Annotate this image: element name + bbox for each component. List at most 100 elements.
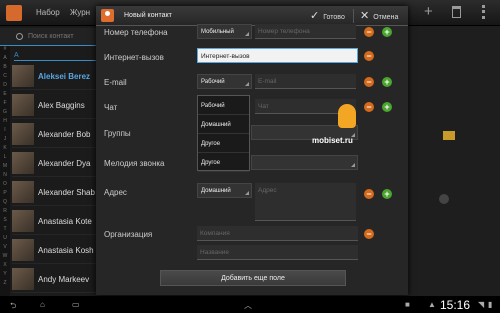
avatar <box>12 152 34 174</box>
back-icon[interactable]: ⮌ <box>10 300 16 313</box>
internet-call-field[interactable]: Интернет-вызов <box>197 48 358 63</box>
add-email-button[interactable]: + <box>382 77 392 87</box>
remove-email-button[interactable]: − <box>364 77 374 87</box>
remove-organization-button[interactable]: − <box>364 229 374 239</box>
alphabet-letter[interactable]: J <box>0 136 10 145</box>
contact-row[interactable]: Andy Markeev <box>12 267 98 293</box>
new-contact-dialog: Новый контакт ✓ Готово ✕ Отмена Номер теле… <box>96 6 408 295</box>
alphabet-letter[interactable]: V <box>0 244 10 253</box>
contact-detail-pane <box>407 26 500 296</box>
checkmark-icon: ✓ <box>310 10 320 22</box>
alphabet-letter[interactable]: A <box>0 55 10 64</box>
alphabet-letter[interactable]: Z <box>0 280 10 289</box>
system-nav-bar: ⮌ ⌂ ▭ ︿ ■ ▲ 15:16 ◥ ▮ <box>0 296 500 313</box>
alphabet-letter[interactable]: B <box>0 64 10 73</box>
alphabet-letter[interactable]: W <box>0 253 10 262</box>
contact-row[interactable]: Alexander Shab <box>12 180 98 206</box>
dropdown-option[interactable]: Рабочий <box>198 96 249 115</box>
warning-icon: ▲ <box>428 300 436 309</box>
remove-phone-button[interactable]: − <box>364 27 374 37</box>
alphabet-letter[interactable]: O <box>0 181 10 190</box>
alphabet-letter[interactable]: H <box>0 118 10 127</box>
ringtone-select[interactable] <box>251 155 358 170</box>
alphabet-letter[interactable]: N <box>0 172 10 181</box>
email-field[interactable]: E-mail <box>255 74 356 89</box>
avatar <box>12 94 34 116</box>
alphabet-letter[interactable]: I <box>0 127 10 136</box>
alphabet-letter[interactable]: D <box>0 82 10 91</box>
expand-icon[interactable] <box>439 194 449 204</box>
add-address-button[interactable]: + <box>382 189 392 199</box>
contact-row[interactable]: Alex Baggins <box>12 93 98 119</box>
recent-apps-icon[interactable]: ▭ <box>72 300 80 309</box>
email-type-select[interactable]: Рабочий <box>197 74 252 89</box>
contact-row[interactable]: Aleksei Berez <box>12 64 98 90</box>
alphabet-letter[interactable]: Q <box>0 199 10 208</box>
alphabet-letter[interactable]: R <box>0 208 10 217</box>
home-icon[interactable]: ⌂ <box>40 300 45 309</box>
wifi-icon: ◥ <box>478 300 485 309</box>
job-title-field[interactable]: Название <box>197 245 358 260</box>
ringtone-label: Мелодия звонка <box>104 159 165 168</box>
phone-field[interactable]: Номер телефона <box>255 24 356 39</box>
alphabet-letter[interactable]: Y <box>0 271 10 280</box>
company-field[interactable]: Компания <box>197 226 358 241</box>
dropdown-option[interactable]: Другое <box>198 134 249 153</box>
email-label: E-mail <box>104 78 127 87</box>
remove-internet-button[interactable]: − <box>364 51 374 61</box>
done-label: Готово <box>323 14 345 21</box>
tab-dialer[interactable]: Набор <box>36 8 60 17</box>
search-field[interactable]: Поиск контакт <box>0 28 96 46</box>
contact-row[interactable]: Alexander Bob <box>12 122 98 148</box>
contact-row[interactable]: Alexander Dya <box>12 151 98 177</box>
avatar <box>12 268 34 290</box>
dropdown-option[interactable]: Другое <box>198 153 249 172</box>
add-field-button[interactable]: Добавить еще поле <box>160 270 346 286</box>
cancel-button[interactable]: ✕ Отмена <box>360 9 398 22</box>
avatar <box>12 181 34 203</box>
message-icon[interactable] <box>443 131 455 140</box>
alphabet-index[interactable]: # A B C D E F G H I J K L M N O P Q R S T U V W X Y Z <box>0 46 10 296</box>
alphabet-letter[interactable]: U <box>0 235 10 244</box>
address-type-select[interactable]: Домашний <box>197 183 252 198</box>
alphabet-letter[interactable]: C <box>0 73 10 82</box>
alphabet-letter[interactable]: P <box>0 190 10 199</box>
contact-name: Alexander Dya <box>38 159 91 168</box>
alphabet-letter[interactable]: # <box>0 46 10 55</box>
alphabet-letter[interactable]: M <box>0 163 10 172</box>
avatar <box>12 65 34 87</box>
address-label: Адрес <box>104 188 127 197</box>
remove-chat-button[interactable]: − <box>364 102 374 112</box>
search-icon <box>16 33 23 40</box>
contact-name: Anastasia Kosh <box>38 246 94 255</box>
groups-label: Группы <box>104 129 131 138</box>
alphabet-letter[interactable]: G <box>0 109 10 118</box>
contact-name: Alexander Shab <box>38 188 95 197</box>
phone-type-select[interactable]: Мобильный <box>197 24 252 39</box>
contact-row[interactable]: Anastasia Kosh <box>12 238 98 264</box>
alphabet-letter[interactable]: F <box>0 100 10 109</box>
add-contact-icon[interactable]: + <box>424 3 433 20</box>
alphabet-letter[interactable]: X <box>0 262 10 271</box>
done-button[interactable]: ✓ Готово <box>310 9 345 23</box>
alphabet-letter[interactable]: E <box>0 91 10 100</box>
contact-name: Alex Baggins <box>38 101 85 110</box>
chevron-up-icon[interactable]: ︿ <box>244 300 252 311</box>
tab-log[interactable]: Журн <box>70 8 90 17</box>
overflow-menu-icon[interactable] <box>482 5 485 19</box>
battery-icon: ▮ <box>488 300 493 309</box>
dropdown-option[interactable]: Домашний <box>198 115 249 134</box>
alphabet-letter[interactable]: T <box>0 226 10 235</box>
section-header: A <box>14 52 96 61</box>
contact-row[interactable]: Anastasia Kote <box>12 209 98 235</box>
dialog-header: Новый контакт ✓ Готово ✕ Отмена <box>96 6 408 26</box>
email-type-dropdown: Рабочий Домашний Другое Другое <box>197 95 250 172</box>
alphabet-letter[interactable]: L <box>0 154 10 163</box>
add-chat-button[interactable]: + <box>382 102 392 112</box>
address-field[interactable]: Адрес <box>255 183 356 221</box>
remove-address-button[interactable]: − <box>364 189 374 199</box>
alphabet-letter[interactable]: K <box>0 145 10 154</box>
delete-icon[interactable] <box>452 6 461 18</box>
add-phone-button[interactable]: + <box>382 27 392 37</box>
alphabet-letter[interactable]: S <box>0 217 10 226</box>
